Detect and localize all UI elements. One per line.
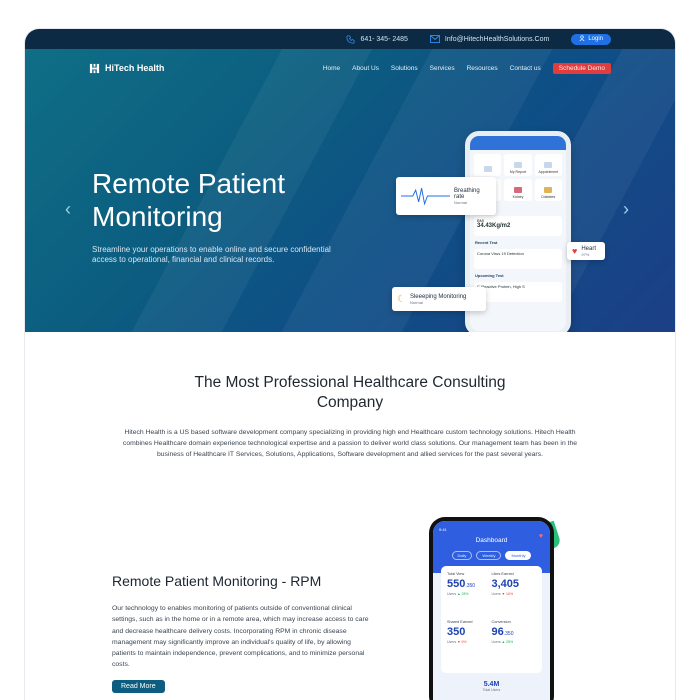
bmi-value: 34.43Kg/m2 bbox=[477, 223, 511, 229]
login-label: Login bbox=[588, 36, 603, 42]
stat-value: 3,405 bbox=[491, 578, 520, 590]
total-users-value: 5.4M bbox=[483, 681, 500, 688]
dashboard-phone-mockup: 9:41 Dashboard ♥ Daily Weekly Monthly To… bbox=[429, 517, 554, 700]
stat-shared-earned: Shared Earned 350 Users ▼ 9% bbox=[447, 620, 492, 668]
heart-icon[interactable]: ♥ bbox=[539, 533, 543, 540]
phone-header bbox=[470, 136, 566, 150]
tab-monthly[interactable]: Monthly bbox=[505, 551, 532, 560]
carousel-prev-icon[interactable]: ‹ bbox=[65, 199, 71, 220]
stat-label: Total View bbox=[447, 572, 465, 576]
dashboard-title: Dashboard bbox=[475, 537, 508, 544]
phone-icon bbox=[345, 34, 355, 44]
stat-label: Shared Earned bbox=[447, 619, 473, 624]
login-button[interactable]: Login bbox=[571, 33, 611, 45]
phone-tile bbox=[474, 154, 502, 176]
stats-card: Total View 550.350 Users ▲ 28% Likes Ear… bbox=[441, 566, 542, 673]
top-contact-bar: 641- 345- 2485 Info@HitechHealthSolution… bbox=[25, 29, 675, 49]
nav-services[interactable]: Services bbox=[430, 65, 455, 72]
status-time: 9:41 bbox=[439, 527, 447, 532]
stat-value: 550 bbox=[447, 578, 466, 590]
breathing-rate-card: Breathing rate Normal bbox=[396, 177, 496, 215]
stat-delta: ▲ 28% bbox=[457, 592, 469, 596]
period-tabs: Daily Weekly Monthly bbox=[433, 551, 550, 560]
nav-solutions[interactable]: Solutions bbox=[391, 65, 418, 72]
user-icon bbox=[579, 35, 585, 43]
logo[interactable]: HiTech Health bbox=[89, 63, 164, 74]
company-heading: The Most Professional Healthcare Consult… bbox=[25, 373, 675, 413]
hero-title-line1: Remote Patient bbox=[92, 168, 285, 199]
sleep-monitoring-card: ☾ Sleeeping Monitoring Normal bbox=[392, 287, 486, 311]
phone-number: 641- 345- 2485 bbox=[360, 35, 408, 43]
browser-frame: 641- 345- 2485 Info@HitechHealthSolution… bbox=[25, 29, 675, 700]
heart-icon: ♥ bbox=[572, 246, 578, 256]
stat-value-small: .350 bbox=[503, 630, 514, 637]
hero-banner: HiTech Health Home About Us Solutions Se… bbox=[25, 49, 675, 332]
phone-tile: Appointment bbox=[534, 154, 562, 176]
heart-card: ♥ Heart 97% bbox=[567, 242, 605, 260]
sleep-monitoring-status: Normal bbox=[409, 299, 423, 305]
nav-home[interactable]: Home bbox=[323, 65, 340, 72]
stat-delta: ▼ 9% bbox=[457, 639, 467, 644]
hero-title-line2: Monitoring bbox=[92, 201, 223, 232]
total-users-label: Total Users bbox=[482, 688, 501, 692]
stat-conversion: Conversion 96.350 Users ▲ 28% bbox=[492, 620, 537, 668]
hero-title: Remote Patient Monitoring bbox=[92, 167, 352, 233]
stat-value-small: .350 bbox=[465, 583, 476, 589]
heartbeat-wave-icon bbox=[401, 188, 451, 206]
phone-upcoming-test: Upcoming Test bbox=[475, 273, 504, 278]
rpm-description: Our technology to enables monitoring of … bbox=[112, 605, 369, 669]
company-heading-line1: The Most Professional Healthcare Consult… bbox=[194, 374, 506, 391]
sleep-monitoring-label: Sleeeping Monitoring bbox=[409, 293, 467, 300]
phone-tile: My Report bbox=[504, 154, 532, 176]
nav-contact-us[interactable]: Contact us bbox=[510, 65, 541, 72]
phone-test-card: Corona Virus 19 Detection bbox=[474, 249, 562, 269]
stat-value: 350 bbox=[447, 625, 466, 638]
logo-text: HiTech Health bbox=[105, 63, 165, 73]
stat-meta: Users bbox=[491, 592, 501, 596]
tab-daily[interactable]: Daily bbox=[451, 551, 473, 560]
main-nav: HiTech Health Home About Us Solutions Se… bbox=[89, 61, 611, 75]
stat-delta: ▲ 28% bbox=[501, 639, 514, 644]
moon-icon: ☾ bbox=[397, 293, 406, 305]
email-contact[interactable]: Info@HitechHealthSolutions.Com bbox=[429, 34, 550, 44]
read-more-button[interactable]: Read More bbox=[112, 680, 165, 693]
stat-label: Likes Earned bbox=[491, 572, 514, 576]
nav-about-us[interactable]: About Us bbox=[352, 65, 379, 72]
phone-bmi-card: BMI 34.43Kg/m2 bbox=[474, 216, 562, 236]
rpm-heading: Remote Patient Monitoring - RPM bbox=[112, 573, 322, 589]
phone-contact[interactable]: 641- 345- 2485 bbox=[345, 34, 408, 44]
breathing-rate-label: Breathing rate bbox=[454, 187, 480, 200]
stat-meta: Users bbox=[491, 639, 501, 644]
email-address: Info@HitechHealthSolutions.Com bbox=[444, 35, 550, 43]
carousel-next-icon[interactable]: › bbox=[623, 199, 629, 220]
tab-weekly[interactable]: Weekly bbox=[476, 551, 502, 560]
phone-recent-test: Recent Test bbox=[475, 240, 498, 245]
heart-label: Heart bbox=[581, 245, 597, 252]
company-heading-line2: Company bbox=[316, 394, 384, 411]
logo-icon bbox=[89, 63, 100, 73]
phone-upcoming-card: C-Reactive Protein, High S bbox=[474, 282, 562, 302]
stat-meta: Users bbox=[447, 592, 457, 596]
stat-label: Conversion bbox=[491, 619, 511, 624]
company-description: Hitech Health is a US based software dev… bbox=[122, 429, 578, 459]
mail-icon bbox=[429, 34, 440, 44]
phone-tile: Kidney bbox=[504, 179, 532, 201]
dashboard-screen: 9:41 Dashboard ♥ Daily Weekly Monthly To… bbox=[433, 521, 550, 700]
schedule-demo-button[interactable]: Schedule Demo bbox=[552, 62, 611, 74]
stat-meta: Users bbox=[447, 639, 457, 644]
stat-likes-earned: Likes Earned 3,405 Users ▼ 16% bbox=[492, 572, 537, 620]
stat-value: 96 bbox=[491, 625, 504, 638]
nav-resources[interactable]: Resources bbox=[467, 65, 498, 72]
heart-value: 97% bbox=[581, 251, 590, 257]
stat-delta: ▼ 16% bbox=[501, 592, 514, 596]
nav-links: Home About Us Solutions Services Resourc… bbox=[323, 62, 611, 74]
breathing-rate-status: Normal bbox=[454, 199, 467, 205]
phone-tile: Diabetes bbox=[534, 179, 562, 201]
stat-total-view: Total View 550.350 Users ▲ 28% bbox=[447, 572, 492, 620]
hero-subtitle: Streamline your operations to enable onl… bbox=[92, 245, 331, 264]
total-users: 5.4M Total Users bbox=[433, 681, 550, 692]
